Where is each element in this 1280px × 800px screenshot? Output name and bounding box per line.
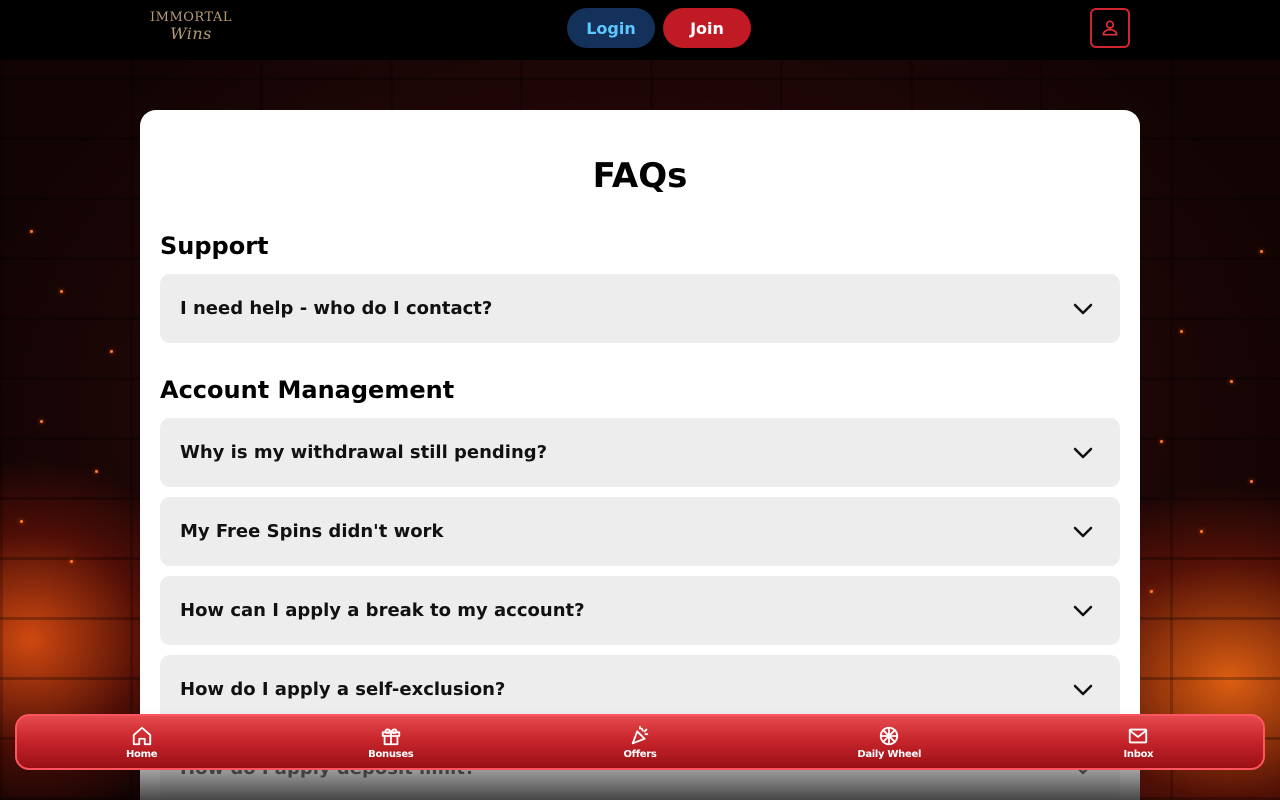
faq-question: How do I apply a self-exclusion? (180, 679, 506, 700)
logo-line2: Wins (170, 24, 212, 43)
nav-item-offers[interactable]: Offers (515, 716, 764, 768)
nav-label: Daily Wheel (857, 748, 922, 760)
chevron-down-icon (1070, 677, 1096, 703)
chevron-down-icon (1070, 598, 1096, 624)
nav-label: Offers (623, 748, 657, 760)
join-button[interactable]: Join (663, 8, 751, 48)
chevron-down-icon (1070, 519, 1096, 545)
faq-question: How can I apply a break to my account? (180, 600, 585, 621)
nav-label: Bonuses (368, 748, 414, 760)
faq-item[interactable]: I need help - who do I contact? (160, 274, 1120, 343)
nav-item-inbox[interactable]: Inbox (1014, 716, 1263, 768)
bottom-nav-bar: Home Bonuses Offers Daily Wheel Inbox (15, 714, 1265, 770)
nav-item-home[interactable]: Home (17, 716, 266, 768)
nav-item-daily-wheel[interactable]: Daily Wheel (765, 716, 1014, 768)
faq-item[interactable]: My Free Spins didn't work (160, 497, 1120, 566)
user-account-button[interactable] (1090, 8, 1130, 48)
home-icon (132, 726, 151, 745)
faq-item[interactable]: How can I apply a break to my account? (160, 576, 1120, 645)
immortal-wins-logo[interactable]: IMMORTAL Wins (150, 10, 232, 46)
nav-label: Inbox (1123, 748, 1154, 760)
chevron-down-icon (1070, 440, 1096, 466)
nav-item-bonuses[interactable]: Bonuses (266, 716, 515, 768)
top-header: IMMORTAL Wins Login Join (0, 0, 1280, 60)
mail-icon (1129, 728, 1148, 743)
faq-question: Why is my withdrawal still pending? (180, 442, 548, 463)
faq-question: My Free Spins didn't work (180, 521, 444, 542)
page-title: FAQs (592, 156, 688, 196)
gift-icon (381, 728, 400, 745)
section-title-support: Support (160, 232, 269, 260)
user-icon (1102, 20, 1118, 36)
faq-item[interactable]: Why is my withdrawal still pending? (160, 418, 1120, 487)
faq-question: I need help - who do I contact? (180, 298, 493, 319)
faq-card: FAQs Support I need help - who do I cont… (140, 110, 1140, 800)
nav-label: Home (125, 748, 158, 760)
wheel-icon (880, 726, 899, 745)
login-button[interactable]: Login (567, 8, 655, 48)
section-title-account-management: Account Management (160, 376, 455, 404)
chevron-down-icon (1070, 296, 1096, 322)
party-popper-icon (631, 725, 649, 744)
